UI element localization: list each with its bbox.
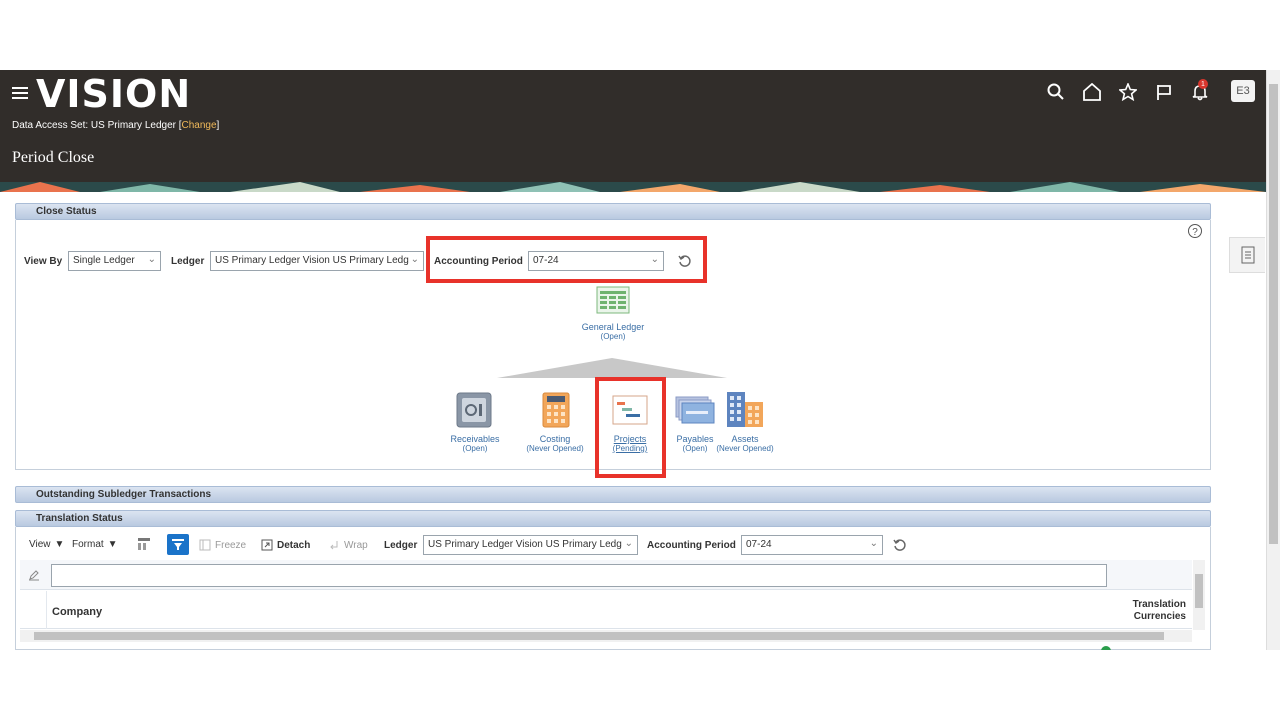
translation-ledger-label: Ledger [384,540,418,551]
wrap-icon [330,541,338,550]
table-vertical-scrollbar[interactable] [1193,560,1205,630]
costing-icon[interactable] [542,392,570,428]
detach-button[interactable]: Detach [261,539,310,551]
home-icon[interactable] [1074,80,1110,104]
payables-icon[interactable] [675,396,715,424]
close-status-header[interactable]: Close Status [15,203,1211,220]
decorative-banner [0,182,1266,192]
assets-node[interactable]: Assets (Never Opened) [710,434,780,453]
column-header-translation-currencies[interactable]: Translation Currencies [1118,599,1186,623]
app-frame: VISION Data Access Set: US Primary Ledge… [0,70,1280,650]
notification-badge: 1 [1198,79,1208,89]
data-access-set: Data Access Set: US Primary Ledger [Chan… [12,120,220,131]
general-ledger-icon[interactable] [596,286,630,314]
outstanding-transactions-header[interactable]: Outstanding Subledger Transactions [15,486,1211,503]
side-panel-icon[interactable] [1229,237,1265,273]
svg-text:?: ? [1192,227,1198,238]
highlight-accounting-period [426,236,707,283]
star-icon[interactable] [1110,80,1146,104]
receivables-node[interactable]: Receivables (Open) [440,434,510,453]
translation-table: Company Translation Currencies [20,560,1206,650]
query-by-example-button[interactable] [167,534,189,555]
columns-icon[interactable] [137,537,151,551]
chevron-down-icon: ⌄ [869,538,878,549]
detach-icon [261,539,273,551]
app-header: VISION Data Access Set: US Primary Ledge… [0,70,1266,192]
ledger-select[interactable]: US Primary Ledger Vision US Primary Ledg… [210,251,424,271]
wrap-button[interactable]: Wrap [328,539,368,551]
assets-icon[interactable] [726,390,764,428]
avatar[interactable]: E3 [1231,80,1255,102]
flag-icon[interactable] [1146,80,1182,104]
view-menu[interactable]: View ▼ [29,539,64,550]
page-title: Period Close [12,149,95,166]
chevron-down-icon: ⌄ [410,254,419,265]
table-horizontal-scrollbar[interactable] [20,630,1192,642]
translation-ledger-select[interactable]: US Primary Ledger Vision US Primary Ledg… [423,535,638,555]
vision-logo: VISION [36,72,192,116]
receivables-icon[interactable] [456,392,492,428]
edit-icon[interactable] [28,569,40,581]
page-scrollbar[interactable] [1266,70,1280,650]
search-icon[interactable] [1038,80,1074,104]
highlight-projects [595,377,666,478]
column-header-company[interactable]: Company [52,606,102,618]
refresh-icon[interactable] [893,538,907,552]
filter-input[interactable] [51,564,1107,587]
view-by-label: View By [24,256,63,267]
translation-period-label: Accounting Period [647,540,736,551]
chevron-down-icon: ⌄ [147,254,156,265]
view-by-select[interactable]: Single Ledger ⌄ [68,251,161,271]
chevron-down-icon: ⌄ [624,538,633,549]
freeze-icon [199,539,211,551]
general-ledger-node[interactable]: General Ledger (Open) [563,322,663,341]
ledger-label: Ledger [171,256,205,267]
dropdown-arrow-icon: ▼ [107,539,118,550]
menu-icon[interactable] [12,87,28,99]
format-menu[interactable]: Format ▼ [72,539,118,550]
dropdown-arrow-icon: ▼ [54,539,65,550]
costing-node[interactable]: Costing (Never Opened) [515,434,595,453]
filter-icon [172,539,184,550]
translation-period-select[interactable]: 07-24 ⌄ [741,535,883,555]
translation-status-header[interactable]: Translation Status [15,510,1211,527]
help-icon[interactable]: ? [1187,223,1203,239]
change-link[interactable]: Change [182,120,217,131]
status-dot-icon [1101,646,1111,650]
freeze-button[interactable]: Freeze [199,539,246,551]
